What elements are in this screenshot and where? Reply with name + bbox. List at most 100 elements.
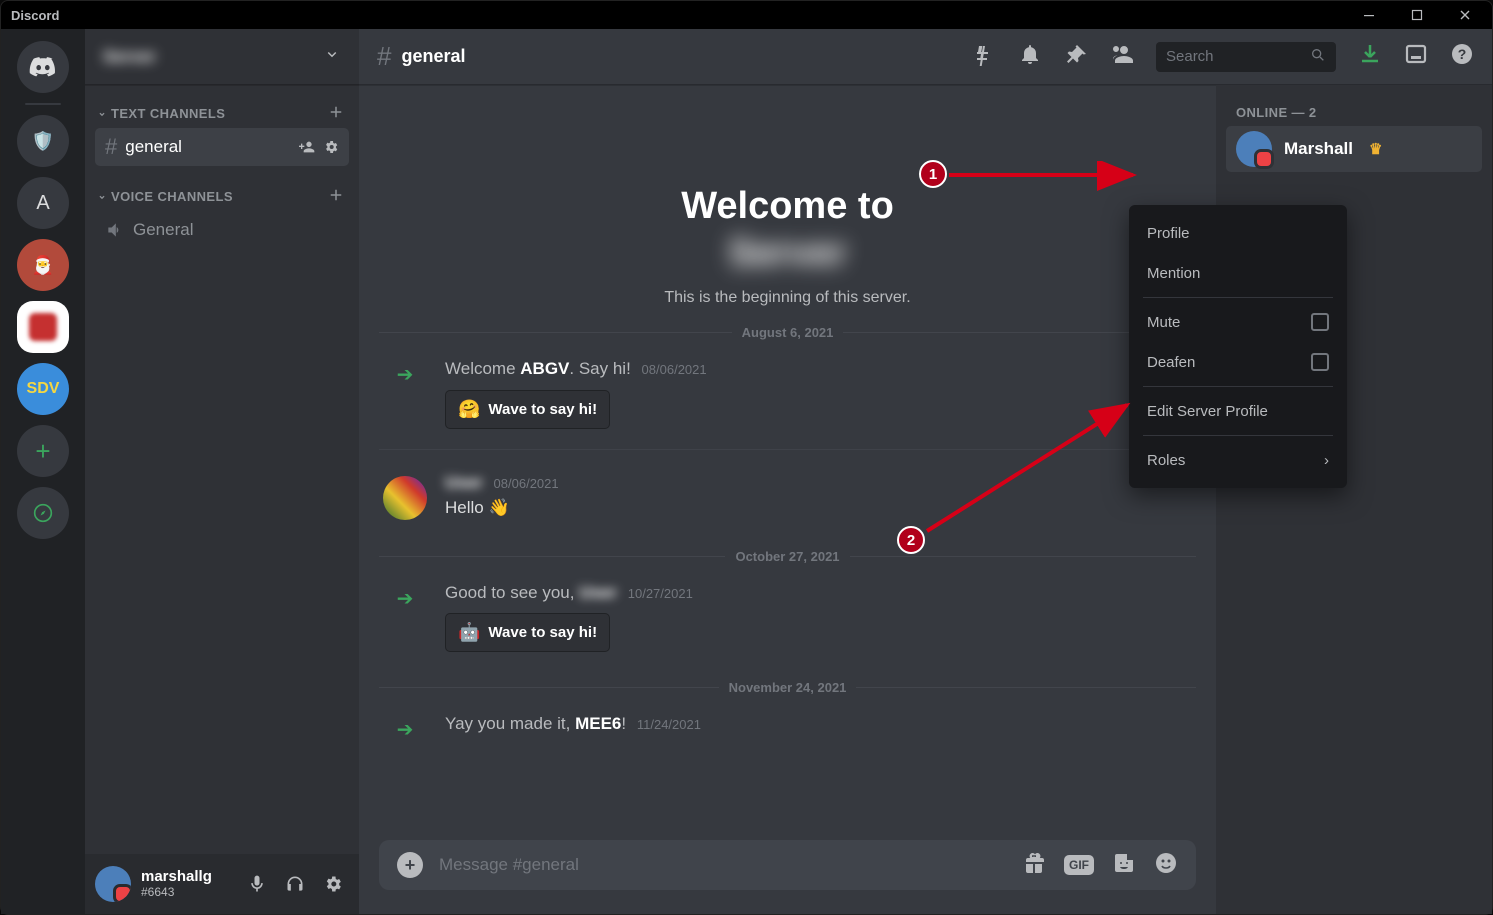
chevron-down-icon <box>97 192 107 202</box>
member-marshall[interactable]: Marshall ♛ <box>1226 126 1482 172</box>
date-divider: August 6, 2021 <box>379 325 1196 340</box>
speaker-icon <box>105 220 125 240</box>
server-blurred-icon <box>29 313 57 341</box>
close-button[interactable] <box>1444 1 1486 29</box>
ctx-profile[interactable]: Profile <box>1137 213 1339 253</box>
compass-icon <box>29 503 57 523</box>
explore-button[interactable] <box>17 487 69 539</box>
app-name: Discord <box>11 8 59 23</box>
members-icon <box>1110 42 1134 66</box>
add-channel-button[interactable] <box>327 186 345 207</box>
pinned-button[interactable] <box>1064 42 1088 71</box>
inbox-button[interactable] <box>1358 42 1382 71</box>
crown-icon: ♛ <box>1369 140 1382 158</box>
download-icon <box>1358 42 1382 66</box>
channel-general[interactable]: # general <box>95 128 349 166</box>
help-button[interactable]: ? <box>1450 42 1474 71</box>
svg-text:?: ? <box>1458 46 1467 62</box>
timestamp: 11/24/2021 <box>637 717 701 732</box>
sticker-button[interactable] <box>1112 851 1136 880</box>
channel-sidebar: Server TEXT CHANNELS # general <box>85 29 359 914</box>
member-avatar <box>1236 131 1272 167</box>
user-name: marshallg <box>141 868 212 885</box>
server-item-shield[interactable]: 🛡️ <box>17 115 69 167</box>
voice-channel-general[interactable]: General <box>95 211 349 249</box>
window-controls <box>1348 1 1486 29</box>
hash-icon: # <box>105 134 117 160</box>
user-settings-button[interactable] <box>317 868 349 900</box>
ctx-mention[interactable]: Mention <box>1137 253 1339 293</box>
add-member-icon[interactable] <box>299 139 315 155</box>
search-input[interactable]: Search <box>1156 42 1336 72</box>
date-divider: November 24, 2021 <box>379 680 1196 695</box>
ctx-mute[interactable]: Mute <box>1137 302 1339 342</box>
updates-button[interactable] <box>1404 42 1428 71</box>
message-avatar[interactable] <box>383 476 427 520</box>
mute-mic-button[interactable] <box>241 868 273 900</box>
voice-channels-category[interactable]: VOICE CHANNELS <box>85 168 359 209</box>
wave-button[interactable]: 🤗Wave to say hi! <box>445 390 610 429</box>
member-list-button[interactable] <box>1110 42 1134 71</box>
annotation-arrow-2 <box>923 401 1143 551</box>
search-icon <box>1310 47 1326 67</box>
user-context-menu: Profile Mention Mute Deafen Edit Server … <box>1129 205 1347 488</box>
annotation-arrow-1 <box>947 161 1147 201</box>
channel-name: General <box>133 220 193 240</box>
gif-button[interactable]: GIF <box>1064 855 1094 875</box>
plus-icon <box>327 103 345 121</box>
add-channel-button[interactable] <box>327 103 345 124</box>
arrow-right-icon: ➔ <box>397 717 414 742</box>
server-item-sdv[interactable]: SDV <box>17 363 69 415</box>
welcome-server-name: Server <box>379 232 1196 275</box>
deafen-button[interactable] <box>279 868 311 900</box>
threads-button[interactable] <box>972 42 996 71</box>
santa-icon: 🎅 <box>32 255 54 276</box>
maximize-button[interactable] <box>1396 1 1438 29</box>
user-avatar[interactable] <box>95 866 131 902</box>
robot-emoji-icon: 🤖 <box>458 622 480 643</box>
minimize-button[interactable] <box>1348 1 1390 29</box>
category-label: TEXT CHANNELS <box>111 106 225 121</box>
ctx-roles[interactable]: Roles› <box>1137 440 1339 480</box>
user-panel: marshallg #6643 <box>85 854 359 914</box>
timestamp: 08/06/2021 <box>494 476 559 491</box>
wave-emoji-icon: 🤗 <box>458 399 480 420</box>
pin-icon <box>1064 42 1088 66</box>
titlebar: Discord <box>1 1 1492 29</box>
hash-icon: # <box>377 41 391 72</box>
gift-button[interactable] <box>1022 851 1046 880</box>
annotation-callout-1: 1 <box>919 160 947 188</box>
timestamp: 08/06/2021 <box>642 362 707 377</box>
chevron-down-icon <box>323 45 341 68</box>
chevron-right-icon: › <box>1324 452 1329 469</box>
notifications-button[interactable] <box>1018 42 1042 71</box>
ctx-deafen[interactable]: Deafen <box>1137 342 1339 382</box>
composer-placeholder: Message #general <box>439 855 579 875</box>
server-item-letter[interactable]: A <box>17 177 69 229</box>
emoji-icon <box>1154 851 1178 875</box>
search-placeholder: Search <box>1166 48 1214 65</box>
category-label: VOICE CHANNELS <box>111 189 233 204</box>
system-message-welcome-2: ➔ Good to see you, User 10/27/2021 🤖Wave… <box>379 570 1196 663</box>
text-channels-category[interactable]: TEXT CHANNELS <box>85 85 359 126</box>
message-composer[interactable]: + Message #general GIF <box>379 840 1196 890</box>
emoji-button[interactable] <box>1154 851 1178 880</box>
add-server-button[interactable]: + <box>17 425 69 477</box>
member-name: Marshall <box>1284 139 1353 159</box>
attach-button[interactable]: + <box>397 852 423 878</box>
message-author[interactable]: User <box>445 470 483 496</box>
wave-hand-icon: 👋 <box>488 498 509 517</box>
shield-icon: 🛡️ <box>32 131 54 152</box>
server-separator <box>25 103 61 105</box>
plus-icon: + <box>405 855 416 876</box>
inbox-icon <box>1404 42 1428 66</box>
home-button[interactable] <box>17 41 69 93</box>
server-header[interactable]: Server <box>85 29 359 85</box>
server-item-selected[interactable] <box>17 301 69 353</box>
ctx-edit-server-profile[interactable]: Edit Server Profile <box>1137 391 1339 431</box>
system-message-welcome-3: ➔ Yay you made it, MEE6! 11/24/2021 <box>379 701 1196 752</box>
user-tag: #6643 <box>141 886 212 900</box>
wave-button[interactable]: 🤖Wave to say hi! <box>445 613 610 652</box>
gear-icon[interactable] <box>323 139 339 155</box>
server-item-santa[interactable]: 🎅 <box>17 239 69 291</box>
